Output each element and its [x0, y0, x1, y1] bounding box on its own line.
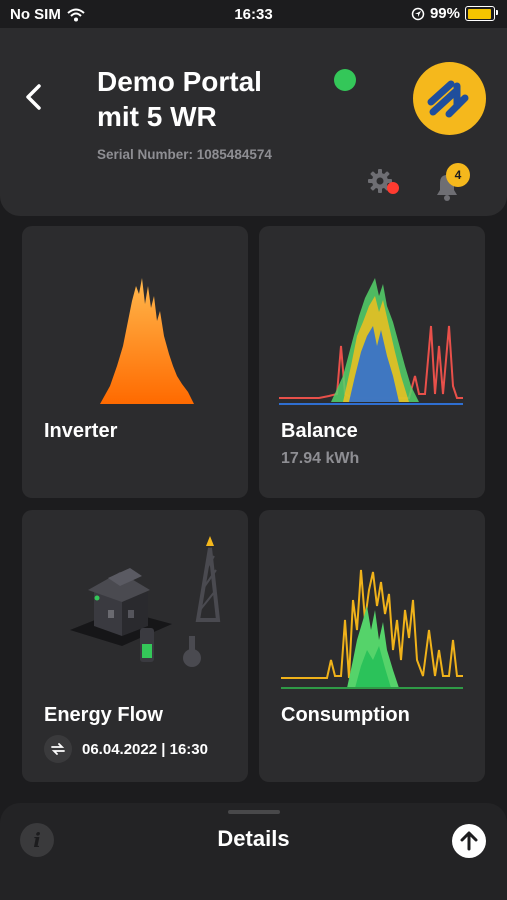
location-icon — [411, 7, 425, 20]
notifications-button[interactable]: 4 — [429, 163, 477, 201]
title-line-1: Demo Portal — [97, 66, 262, 97]
refresh-icon[interactable] — [44, 735, 72, 763]
serial-number: Serial Number: 1085484574 — [97, 147, 272, 162]
sheet-handle[interactable] — [228, 810, 280, 814]
details-title: Details — [217, 826, 290, 851]
consumption-card[interactable]: Consumption — [259, 510, 485, 782]
balance-card[interactable]: Balance 17.94 kWh — [259, 226, 485, 498]
energy-flow-label: Energy Flow — [44, 704, 163, 726]
consumption-label: Consumption — [281, 704, 410, 726]
back-icon[interactable] — [22, 80, 46, 114]
online-status-dot — [334, 69, 356, 91]
inverter-card[interactable]: Inverter — [22, 226, 248, 498]
battery-icon — [465, 6, 498, 21]
energy-flow-timestamp: 06.04.2022 | 16:30 — [82, 740, 208, 758]
inverter-label: Inverter — [44, 420, 118, 442]
balance-chart — [279, 278, 463, 405]
battery-percent: 99% — [429, 5, 460, 22]
title-line-2: mit 5 WR — [97, 101, 217, 132]
page-title: Demo Portal mit 5 WR — [97, 64, 327, 134]
energy-flow-card[interactable]: Energy Flow 06.04.2022 | 16:30 — [22, 510, 248, 782]
logo-icon — [413, 62, 486, 135]
arrow-up-icon[interactable] — [452, 824, 486, 858]
balance-label: Balance — [281, 420, 358, 442]
settings-icon[interactable] — [366, 167, 400, 197]
details-sheet[interactable]: i Details — [0, 803, 507, 900]
notification-badge: 4 — [446, 163, 470, 187]
status-bar: No SIM 16:33 99% — [0, 0, 507, 30]
consumption-chart — [281, 569, 463, 689]
inverter-chart — [100, 278, 194, 404]
balance-value: 17.94 kWh — [281, 450, 360, 467]
energy-flow-timestamp-row: 06.04.2022 | 16:30 — [44, 735, 208, 763]
header: Demo Portal mit 5 WR Serial Number: 1085… — [0, 28, 507, 216]
energy-flow-illustration — [70, 536, 221, 667]
